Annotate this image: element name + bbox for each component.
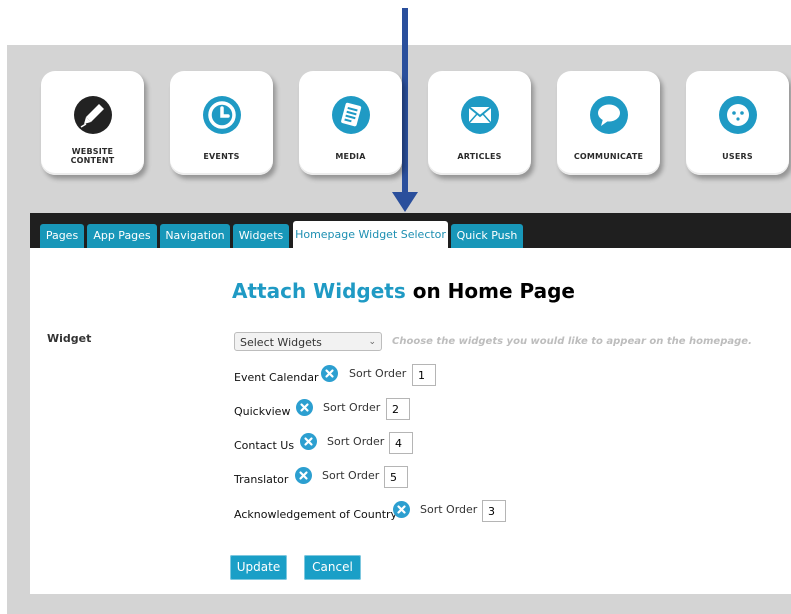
tile-users[interactable]: USERS — [686, 71, 789, 175]
sort-order-label: Sort Order — [349, 367, 407, 380]
tile-communicate[interactable]: COMMUNICATE — [557, 71, 660, 175]
cancel-button[interactable]: Cancel — [304, 555, 361, 580]
tab-widgets[interactable]: Widgets — [233, 224, 289, 248]
tile-label: COMMUNICATE — [573, 152, 644, 161]
tile-events[interactable]: EVENTS — [170, 71, 273, 175]
tile-website-content[interactable]: WEBSITE CONTENT — [41, 71, 144, 175]
widget-hint: Choose the widgets you would like to app… — [392, 336, 752, 347]
sort-order-label: Sort Order — [420, 503, 478, 516]
remove-widget-icon[interactable] — [393, 501, 410, 518]
sort-order-input[interactable]: 4 — [389, 432, 413, 454]
tab-navigation[interactable]: Navigation — [160, 224, 230, 248]
remove-widget-icon[interactable] — [321, 365, 338, 382]
widget-row-name: Event Calendar — [234, 371, 319, 384]
pen-icon — [73, 96, 112, 134]
remove-widget-icon[interactable] — [295, 467, 312, 484]
chevron-down-icon: ⌄ — [368, 337, 376, 347]
sort-order-label: Sort Order — [323, 401, 381, 414]
tile-label: USERS — [722, 152, 753, 161]
update-button[interactable]: Update — [230, 555, 287, 580]
sort-order-label: Sort Order — [327, 435, 385, 448]
widget-field-label: Widget — [47, 332, 92, 345]
tab-homepage-widget-selector[interactable]: Homepage Widget Selector — [293, 221, 448, 248]
envelope-icon — [460, 96, 499, 134]
sort-order-input[interactable]: 2 — [386, 398, 410, 420]
clock-icon — [202, 96, 241, 134]
sort-order-input[interactable]: 1 — [412, 364, 436, 386]
widget-row-name: Quickview — [234, 405, 291, 418]
annotation-arrow-head — [392, 192, 418, 212]
tile-label: ARTICLES — [457, 152, 502, 161]
tab-quick-push[interactable]: Quick Push — [451, 224, 523, 248]
user-face-icon — [718, 96, 757, 134]
widget-row-name: Translator — [234, 473, 289, 486]
tile-label: EVENTS — [203, 152, 240, 161]
widget-row-name: Acknowledgement of Country — [234, 508, 398, 521]
tile-media[interactable]: MEDIA — [299, 71, 402, 175]
annotation-arrow-shaft — [402, 8, 408, 195]
widget-select[interactable]: Select Widgets ⌄ — [234, 332, 382, 351]
sort-order-input[interactable]: 3 — [482, 500, 506, 522]
sort-order-label: Sort Order — [322, 469, 380, 482]
remove-widget-icon[interactable] — [300, 433, 317, 450]
page-title: Attach Widgets on Home Page — [232, 279, 575, 303]
widget-row-name: Contact Us — [234, 439, 295, 452]
tab-app-pages[interactable]: App Pages — [87, 224, 157, 248]
speech-bubble-icon — [589, 96, 628, 134]
document-icon — [331, 96, 370, 134]
tile-label: WEBSITE CONTENT — [70, 147, 115, 165]
tile-label: MEDIA — [335, 152, 366, 161]
tab-pages[interactable]: Pages — [40, 224, 84, 248]
tile-articles[interactable]: ARTICLES — [428, 71, 531, 175]
sort-order-input[interactable]: 5 — [384, 466, 408, 488]
widget-select-value: Select Widgets — [240, 336, 322, 349]
remove-widget-icon[interactable] — [296, 399, 313, 416]
